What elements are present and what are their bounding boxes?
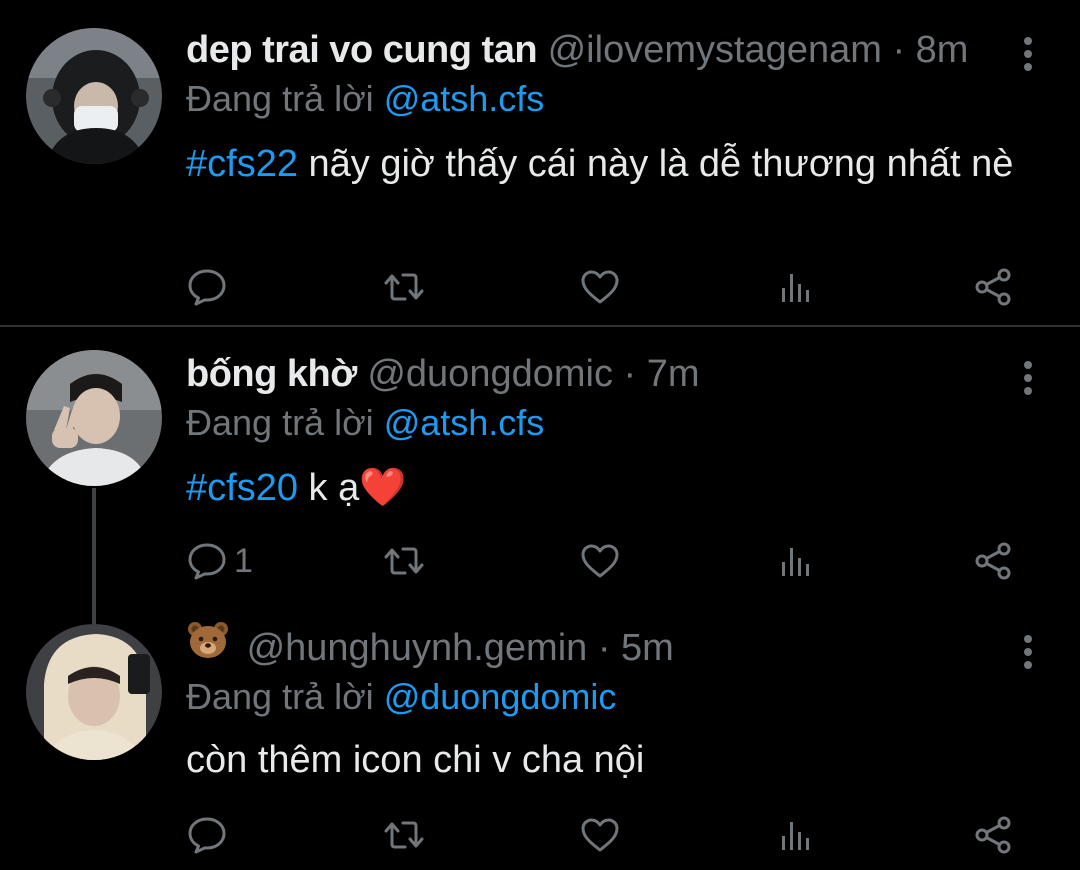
views-button[interactable] bbox=[776, 262, 818, 312]
share-icon bbox=[975, 268, 1011, 306]
more-options-button[interactable] bbox=[1020, 634, 1036, 670]
more-vertical-icon bbox=[1024, 37, 1032, 71]
retweet-button[interactable] bbox=[383, 536, 425, 586]
avatar[interactable] bbox=[26, 350, 162, 486]
more-vertical-icon bbox=[1024, 361, 1032, 395]
user-handle[interactable]: @duongdomic bbox=[367, 353, 613, 395]
user-avatar-icon bbox=[26, 350, 162, 486]
views-button[interactable] bbox=[776, 810, 818, 860]
retweet-icon bbox=[384, 273, 424, 301]
tweet-1[interactable]: dep trai vo cung tan @ilovemystagenam · … bbox=[0, 26, 1080, 326]
views-button[interactable] bbox=[776, 536, 818, 586]
replying-to-mention[interactable]: @atsh.cfs bbox=[384, 402, 545, 443]
replying-to: Đang trả lời @atsh.cfs bbox=[186, 76, 544, 122]
retweet-button[interactable] bbox=[383, 262, 425, 312]
tweet-header: bống khờ @duongdomic · 7m bbox=[186, 350, 700, 398]
hashtag-link[interactable]: #cfs20 bbox=[186, 467, 298, 509]
tweet-text-content: nãy giờ thấy cái này là dễ thương nhất n… bbox=[297, 143, 1014, 185]
share-icon bbox=[975, 816, 1011, 854]
separator-dot: · bbox=[623, 353, 637, 395]
separator-dot: · bbox=[597, 627, 611, 670]
replying-to-mention[interactable]: @duongdomic bbox=[384, 676, 617, 717]
replying-to-label: Đang trả lời bbox=[186, 78, 374, 119]
display-name[interactable]: dep trai vo cung tan bbox=[186, 29, 538, 71]
timestamp[interactable]: 7m bbox=[647, 353, 700, 395]
heart-icon bbox=[581, 544, 619, 578]
more-vertical-icon bbox=[1024, 635, 1032, 669]
tweet-text: #cfs20 k ạ❤️ bbox=[186, 462, 1026, 514]
share-icon bbox=[975, 542, 1011, 580]
tweet-actions bbox=[0, 810, 1080, 860]
heart-emoji: ❤️ bbox=[359, 467, 407, 509]
avatar[interactable] bbox=[26, 28, 162, 164]
tweet-text: còn thêm icon chi v cha nội bbox=[186, 734, 1026, 786]
analytics-icon bbox=[782, 822, 809, 850]
tweet-text-content: còn thêm icon chi v cha nội bbox=[186, 739, 645, 781]
user-avatar-icon bbox=[26, 624, 162, 760]
reply-icon bbox=[188, 543, 226, 580]
replying-to: Đang trả lời @duongdomic bbox=[186, 674, 616, 720]
heart-icon bbox=[581, 818, 619, 852]
retweet-button[interactable] bbox=[383, 810, 425, 860]
tweet-header: 🐻 @hunghuynh.gemin · 5m bbox=[186, 622, 674, 672]
more-options-button[interactable] bbox=[1020, 360, 1036, 396]
like-button[interactable] bbox=[579, 262, 621, 312]
timestamp[interactable]: 8m bbox=[916, 29, 969, 71]
replying-to-mention[interactable]: @atsh.cfs bbox=[384, 78, 545, 119]
display-name-emoji[interactable] bbox=[186, 620, 230, 672]
share-button[interactable] bbox=[972, 810, 1014, 860]
replying-to-label: Đang trả lời bbox=[186, 402, 374, 443]
heart-icon bbox=[581, 270, 619, 304]
tweet-2[interactable]: bống khờ @duongdomic · 7m Đang trả lời @… bbox=[0, 350, 1080, 600]
separator-dot: · bbox=[892, 29, 906, 71]
like-button[interactable] bbox=[579, 810, 621, 860]
tweet-text: #cfs22 nãy giờ thấy cái này là dễ thương… bbox=[186, 138, 1026, 190]
user-avatar-icon bbox=[26, 28, 162, 164]
analytics-icon bbox=[782, 548, 809, 576]
retweet-icon bbox=[384, 547, 424, 575]
tweet-actions bbox=[0, 262, 1080, 312]
display-name[interactable]: bống khờ bbox=[186, 353, 357, 395]
user-handle[interactable]: @hunghuynh.gemin bbox=[247, 627, 588, 669]
reply-button[interactable] bbox=[186, 810, 228, 860]
tweet-divider bbox=[0, 325, 1080, 327]
replying-to: Đang trả lời @atsh.cfs bbox=[186, 400, 544, 446]
reply-icon bbox=[188, 269, 226, 306]
share-button[interactable] bbox=[972, 536, 1014, 586]
hashtag-link[interactable]: #cfs22 bbox=[186, 143, 298, 185]
timestamp[interactable]: 5m bbox=[621, 627, 674, 669]
tweet-header: dep trai vo cung tan @ilovemystagenam · … bbox=[186, 26, 968, 74]
replying-to-label: Đang trả lời bbox=[186, 676, 374, 717]
retweet-icon bbox=[384, 821, 424, 849]
reply-button[interactable] bbox=[186, 262, 228, 312]
tweet-actions: 1 bbox=[0, 536, 1080, 586]
tweet-3[interactable]: 🐻 @hunghuynh.gemin · 5m Đang trả lời @du… bbox=[0, 622, 1080, 870]
bear-face-icon bbox=[188, 622, 228, 658]
more-options-button[interactable] bbox=[1020, 36, 1036, 72]
reply-count: 1 bbox=[234, 541, 253, 580]
avatar[interactable] bbox=[26, 624, 162, 760]
reply-icon bbox=[188, 817, 226, 854]
tweet-text-content: k ạ bbox=[297, 467, 360, 509]
user-handle[interactable]: @ilovemystagenam bbox=[548, 29, 882, 71]
reply-button[interactable]: 1 bbox=[186, 536, 253, 586]
like-button[interactable] bbox=[579, 536, 621, 586]
analytics-icon bbox=[782, 274, 809, 302]
share-button[interactable] bbox=[972, 262, 1014, 312]
